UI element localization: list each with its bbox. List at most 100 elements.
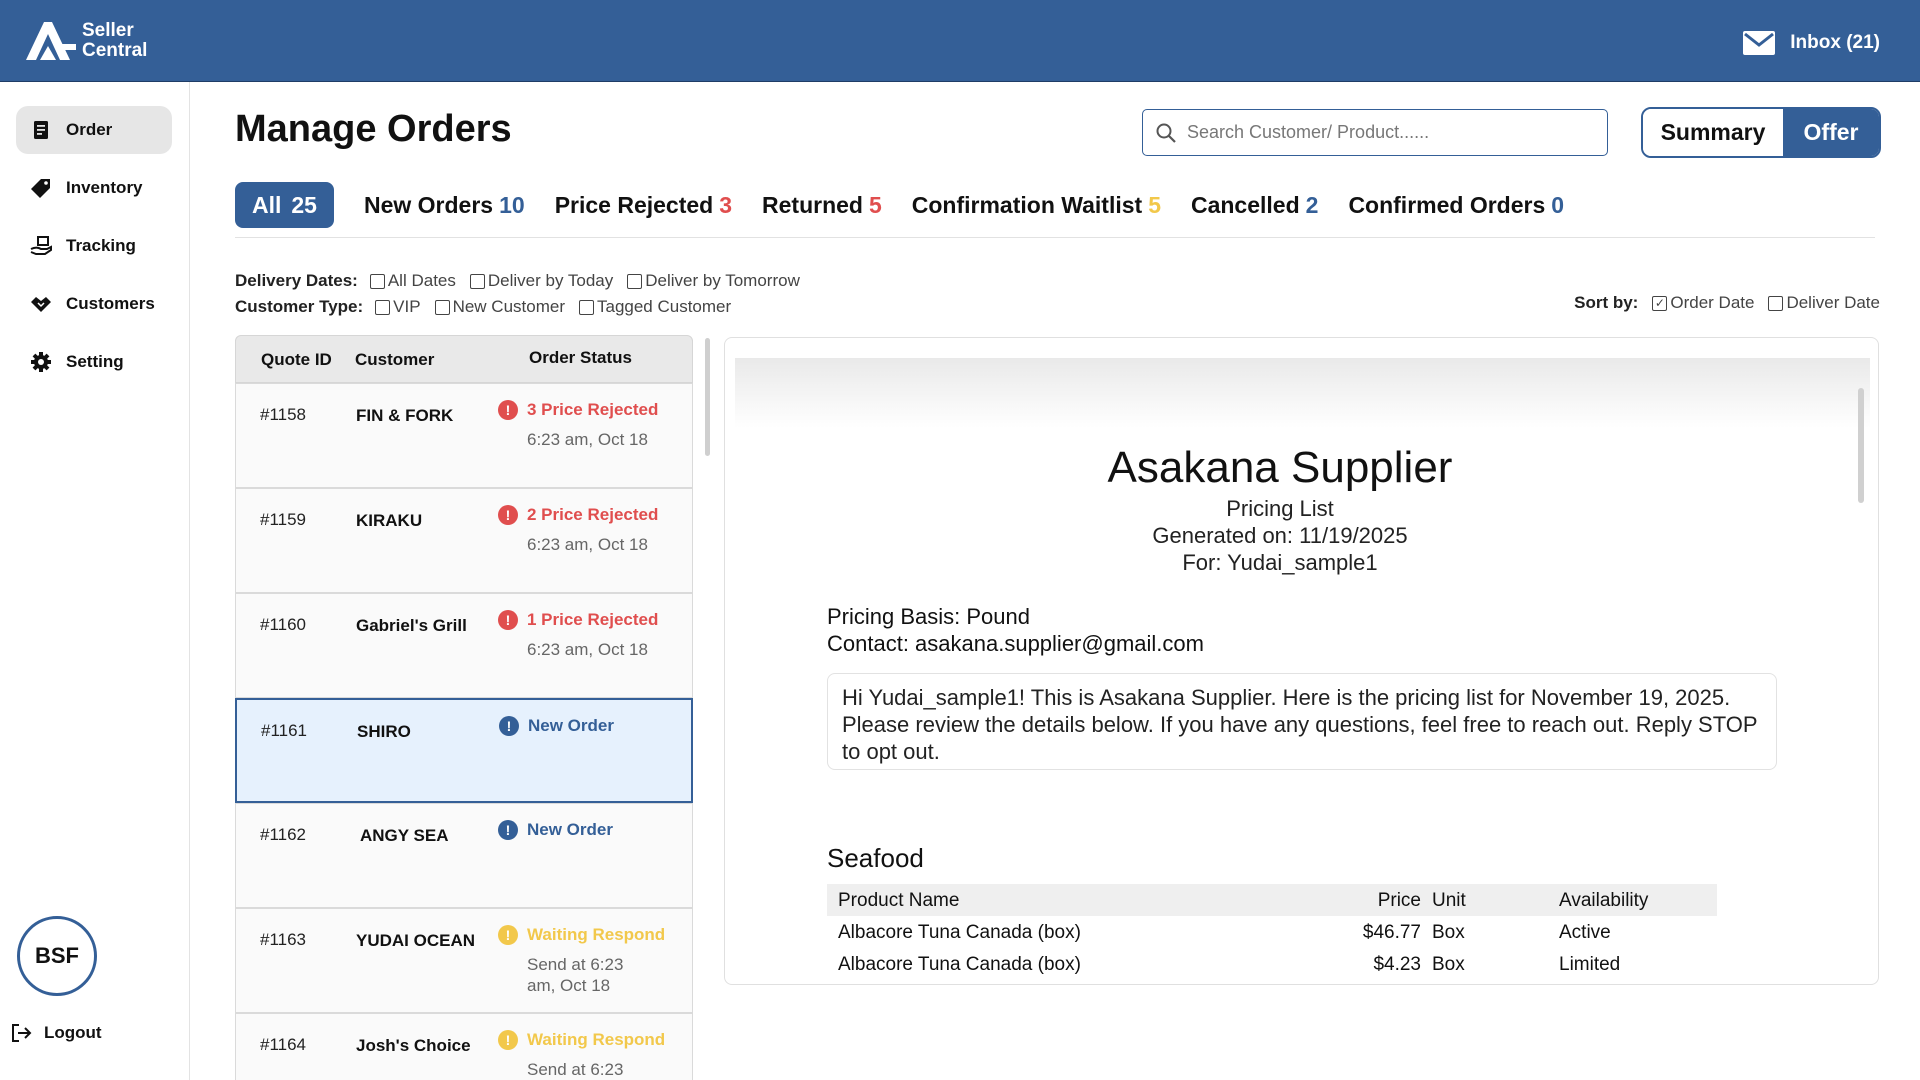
search-input[interactable] <box>1187 122 1587 143</box>
column-header-price: Price <box>1377 890 1421 911</box>
checkbox[interactable] <box>375 299 391 315</box>
tab-new-orders[interactable]: New Orders 10 <box>364 182 525 228</box>
checkbox-checked[interactable]: ✓ <box>1652 295 1668 311</box>
alert-icon: ! <box>498 400 518 420</box>
product-unit: Box <box>1432 922 1465 943</box>
offer-button[interactable]: Offer <box>1783 109 1879 156</box>
customer-name: KIRAKU <box>356 511 423 530</box>
document-icon <box>30 119 52 141</box>
sidebar-item-inventory[interactable]: Inventory <box>16 164 172 212</box>
column-header-availability: Availability <box>1559 890 1649 911</box>
tab-confirmation-waitlist[interactable]: Confirmation Waitlist 5 <box>912 182 1161 228</box>
orders-scrollbar[interactable] <box>705 338 710 456</box>
table-row-selected[interactable]: #1161 SHIRO ! New Order <box>235 698 693 803</box>
search-box[interactable] <box>1142 109 1608 156</box>
tab-cancelled[interactable]: Cancelled 2 <box>1191 182 1318 228</box>
filter-tagged-customer[interactable]: Tagged Customer <box>578 297 731 317</box>
filters: Delivery Dates: All Dates Deliver by Tod… <box>235 268 814 320</box>
customer-filter-row: Customer Type: VIP New Customer Tagged C… <box>235 294 814 320</box>
checkbox[interactable] <box>578 299 594 315</box>
quote-id: #1164 <box>260 1035 307 1054</box>
table-row[interactable]: #1164 Josh's Choice ! Waiting Respond Sen… <box>235 1013 693 1080</box>
pricing-basis-block: Pricing Basis: Pound Contact: asakana.su… <box>827 603 1204 657</box>
recipient: For: Yudai_sample1 <box>1182 550 1378 575</box>
sidebar-item-customers[interactable]: Customers <box>16 280 172 328</box>
order-status: ! 3 Price Rejected <box>498 400 658 420</box>
tab-count: 0 <box>1551 191 1565 218</box>
brand-a-icon <box>26 22 76 60</box>
order-time: 6:23 am, Oct 18 <box>527 640 648 659</box>
tab-confirmed-orders[interactable]: Confirmed Orders 0 <box>1348 182 1564 228</box>
tab-all[interactable]: All 25 <box>235 182 334 228</box>
logout-button[interactable]: Logout <box>10 1022 102 1044</box>
sidebar-item-label: Customers <box>66 294 155 313</box>
checkbox[interactable] <box>469 273 485 289</box>
document-subtitle: Pricing List <box>1226 496 1334 521</box>
tab-price-rejected[interactable]: Price Rejected 3 <box>555 182 732 228</box>
orders-table: Quote ID Customer Order Status #1158 FIN… <box>235 335 693 1080</box>
order-status: ! Waiting Respond <box>498 1030 665 1050</box>
product-availability: Active <box>1559 922 1611 943</box>
avatar[interactable]: BSF <box>17 916 97 996</box>
tab-count: 5 <box>1148 191 1161 218</box>
column-header-customer[interactable]: Customer <box>355 350 434 370</box>
table-row[interactable]: #1162 ANGY SEA ! New Order <box>235 803 693 908</box>
filter-deliver-today[interactable]: Deliver by Today <box>469 271 613 291</box>
status-tabs: All 25 New Orders 10 Price Rejected 3 Retur… <box>235 182 1875 238</box>
sidebar-item-label: Inventory <box>66 178 143 197</box>
sidebar-item-label: Tracking <box>66 236 136 255</box>
table-row[interactable]: #1160 Gabriel's Grill ! 1 Price Rejected … <box>235 593 693 698</box>
summary-button[interactable]: Summary <box>1643 109 1783 156</box>
view-toggle: Summary Offer <box>1641 107 1881 158</box>
warning-icon: ! <box>498 925 518 945</box>
info-icon: ! <box>499 716 519 736</box>
generated-date: Generated on: 11/19/2025 <box>1152 523 1408 548</box>
tab-count: 5 <box>868 191 882 218</box>
column-header-status[interactable]: Order Status <box>529 348 632 368</box>
checkbox[interactable] <box>627 273 643 289</box>
sidebar-item-setting[interactable]: Setting <box>16 338 172 386</box>
page-title: Manage Orders <box>235 108 512 150</box>
checkbox[interactable] <box>1768 295 1784 311</box>
column-header-product: Product Name <box>838 890 960 911</box>
table-row[interactable]: #1158 FIN & FORK ! 3 Price Rejected 6:23 … <box>235 383 693 488</box>
delivery-icon <box>30 235 52 257</box>
checkbox[interactable] <box>434 299 450 315</box>
orders-table-header: Quote ID Customer Order Status <box>235 335 693 383</box>
table-row[interactable]: #1163 YUDAI OCEAN ! Waiting Respond Send … <box>235 908 693 1013</box>
order-time: 6:23 am, Oct 18 <box>527 430 648 449</box>
customer-name: FIN & FORK <box>356 406 454 425</box>
pricing-table: Product Name Price Unit Availability Alb… <box>827 884 1717 980</box>
delivery-filter-row: Delivery Dates: All Dates Deliver by Tod… <box>235 268 814 294</box>
message-box[interactable]: Hi Yudai_sample1! This is Asakana Suppli… <box>827 673 1777 770</box>
filter-deliver-tomorrow[interactable]: Deliver by Tomorrow <box>627 271 800 291</box>
sort-deliver-date[interactable]: Deliver Date <box>1768 293 1880 313</box>
tab-returned[interactable]: Returned 5 <box>762 182 882 228</box>
table-row[interactable]: #1159 KIRAKU ! 2 Price Rejected 6:23 am, … <box>235 488 693 593</box>
filter-vip[interactable]: VIP <box>375 297 421 317</box>
order-status: ! Waiting Respond <box>498 925 665 945</box>
order-status: ! New Order <box>498 820 613 840</box>
brand-logo[interactable]: Seller Central <box>22 20 147 62</box>
inbox-button[interactable]: Inbox (21) <box>1742 30 1880 56</box>
checkbox[interactable] <box>369 273 385 289</box>
quote-id: #1160 <box>260 615 307 634</box>
sidebar-item-tracking[interactable]: Tracking <box>16 222 172 270</box>
logout-label: Logout <box>44 1023 102 1042</box>
column-header-unit: Unit <box>1432 890 1466 911</box>
pricing-row: Albacore Tuna Canada (box) $46.77 Box Ac… <box>827 916 1717 948</box>
quote-id: #1159 <box>260 510 307 529</box>
column-header-quote-id[interactable]: Quote ID <box>261 350 332 370</box>
filter-all-dates[interactable]: All Dates <box>369 271 456 291</box>
filter-new-customer[interactable]: New Customer <box>434 297 565 317</box>
customer-name: Gabriel's Grill <box>356 616 467 635</box>
handshake-icon <box>30 293 52 315</box>
sidebar-item-order[interactable]: Order <box>16 106 172 154</box>
tag-icon <box>30 177 52 199</box>
preview-scrollbar[interactable] <box>1858 388 1864 503</box>
tab-count: 10 <box>499 191 525 218</box>
tab-count: 25 <box>291 191 317 218</box>
alert-icon: ! <box>498 610 518 630</box>
sort-order-date[interactable]: ✓ Order Date <box>1652 293 1754 313</box>
contact-info: Contact: asakana.supplier@gmail.com <box>827 631 1204 656</box>
